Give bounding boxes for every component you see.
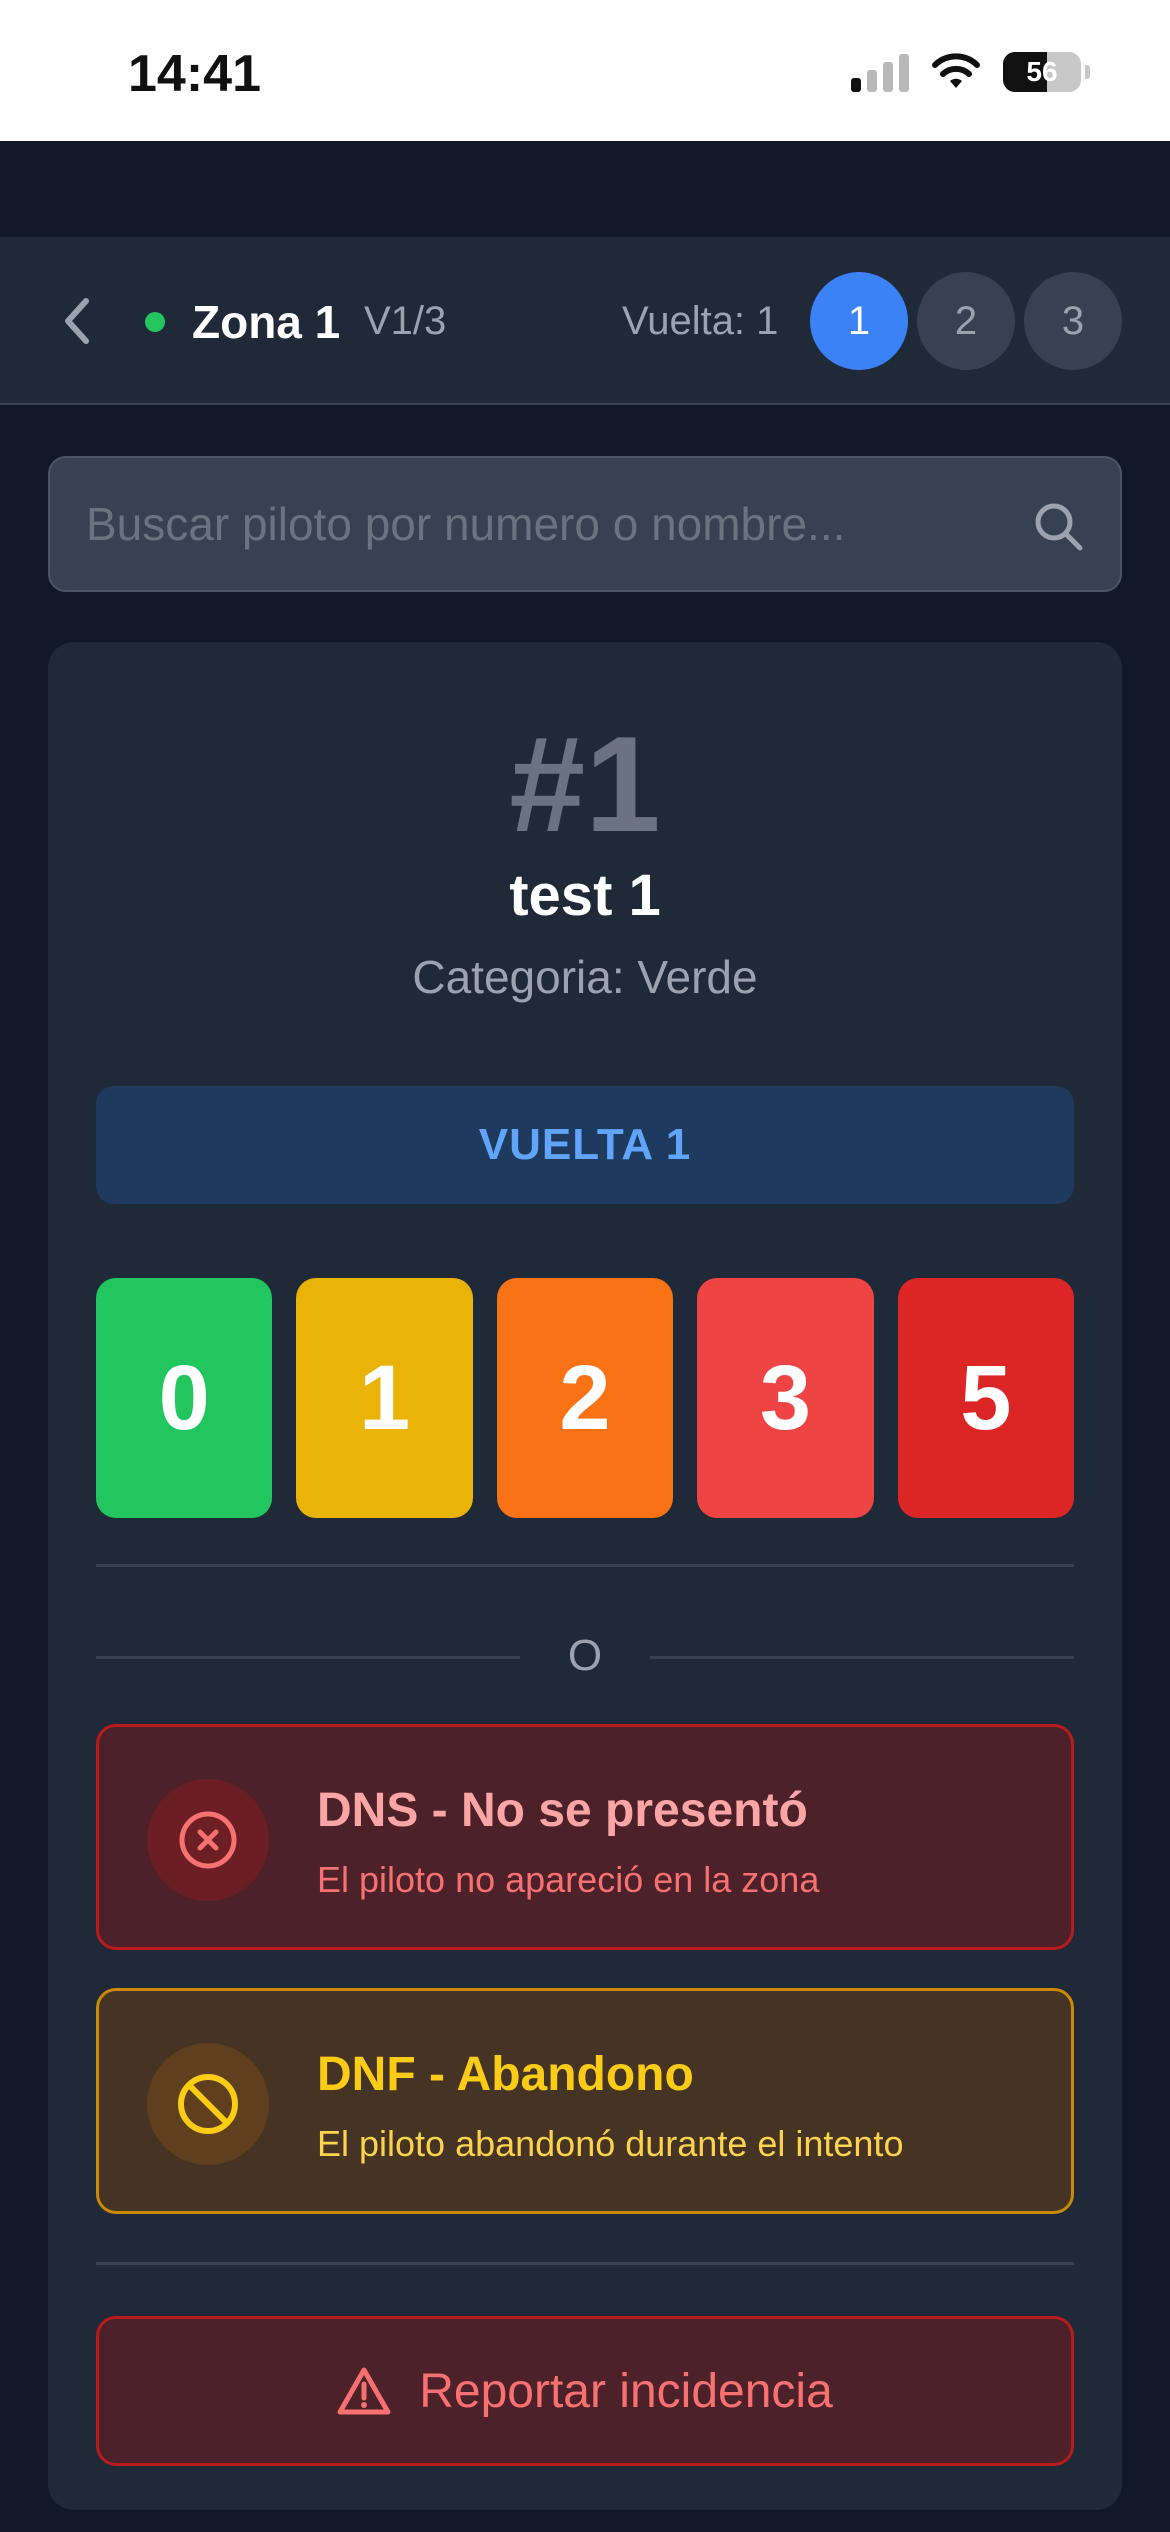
search-input[interactable] bbox=[86, 458, 986, 590]
zone-name: Zona 1 bbox=[192, 296, 341, 348]
back-icon[interactable] bbox=[56, 291, 96, 351]
pilot-card: #1 test 1 Categoria: Verde VUELTA 1 0 1 … bbox=[48, 642, 1122, 2510]
score-buttons: 0 1 2 3 5 bbox=[96, 1278, 1075, 1518]
report-incident-button[interactable]: Reportar incidencia bbox=[96, 2316, 1074, 2466]
warning-icon bbox=[337, 2367, 391, 2415]
dns-title: DNS - No se presentó bbox=[317, 1784, 808, 1837]
dns-icon-wrap bbox=[147, 1779, 269, 1901]
zone-header: Zona 1 V1/3 Vuelta: 1 1 2 3 bbox=[0, 237, 1170, 405]
lap-label: Vuelta: 1 bbox=[622, 299, 779, 343]
lap-banner: VUELTA 1 bbox=[96, 1086, 1074, 1204]
dns-button[interactable]: DNS - No se presentó El piloto no aparec… bbox=[96, 1724, 1074, 1950]
close-circle-icon bbox=[179, 1811, 237, 1869]
score-button-2[interactable]: 2 bbox=[496, 1278, 674, 1518]
battery-level: 56 bbox=[1026, 56, 1058, 87]
lap-button-2[interactable]: 2 bbox=[917, 272, 1015, 370]
divider bbox=[96, 1564, 1074, 1567]
score-button-5[interactable]: 5 bbox=[897, 1278, 1075, 1518]
score-button-3[interactable]: 3 bbox=[697, 1278, 874, 1518]
dnf-button[interactable]: DNF - Abandono El piloto abandonó durant… bbox=[96, 1988, 1074, 2214]
search-icon[interactable] bbox=[1032, 500, 1084, 552]
score-button-0[interactable]: 0 bbox=[96, 1278, 273, 1518]
signal-icon bbox=[851, 52, 909, 92]
report-label: Reportar incidencia bbox=[419, 2364, 833, 2418]
zone-version: V1/3 bbox=[364, 299, 447, 343]
or-separator: O bbox=[96, 1626, 1074, 1686]
dnf-subtitle: El piloto abandonó durante el intento bbox=[317, 2123, 904, 2164]
pilot-number: #1 bbox=[509, 708, 661, 860]
search-box bbox=[48, 456, 1122, 592]
battery-icon: 56 bbox=[1003, 52, 1081, 92]
pilot-name: test 1 bbox=[509, 863, 661, 928]
ban-icon bbox=[178, 2074, 238, 2134]
status-bar: 14:41 56 bbox=[0, 0, 1170, 141]
divider-bottom bbox=[96, 2262, 1074, 2265]
dnf-title: DNF - Abandono bbox=[317, 2048, 694, 2101]
lap-button-1[interactable]: 1 bbox=[810, 272, 908, 370]
lap-button-3[interactable]: 3 bbox=[1024, 272, 1122, 370]
zone-status-dot bbox=[145, 312, 165, 332]
wifi-icon bbox=[932, 53, 980, 88]
score-button-1[interactable]: 1 bbox=[296, 1278, 473, 1518]
dnf-icon-wrap bbox=[147, 2043, 269, 2165]
pilot-category: Categoria: Verde bbox=[412, 951, 758, 1003]
dns-subtitle: El piloto no apareció en la zona bbox=[317, 1859, 820, 1900]
status-icons: 56 bbox=[851, 52, 1090, 92]
status-time: 14:41 bbox=[128, 45, 261, 103]
